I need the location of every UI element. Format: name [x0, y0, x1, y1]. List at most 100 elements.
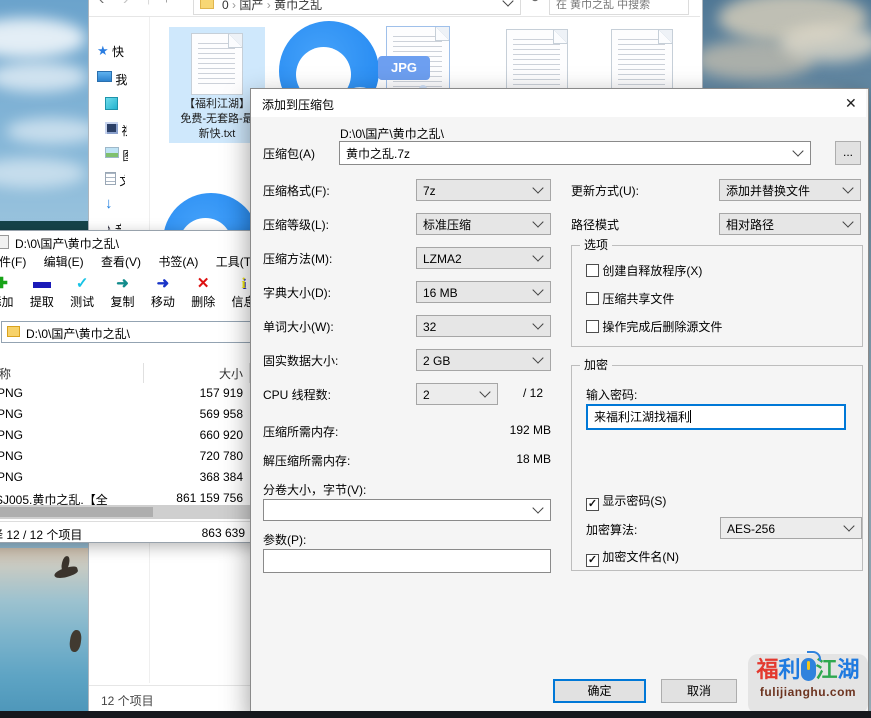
sfx-checkbox[interactable]	[586, 264, 599, 277]
volume-size-combobox[interactable]	[263, 499, 551, 521]
refresh-icon[interactable]: ↻	[529, 0, 541, 6]
chevron-down-icon	[479, 386, 490, 397]
address-bar[interactable]: 0 › 国产 › 黄巾之乱	[193, 0, 521, 15]
update-mode-select[interactable]: 添加并替换文件	[719, 179, 861, 201]
column-size[interactable]: 大小	[143, 365, 243, 382]
sidebar-item-downloads[interactable]: ↓	[105, 195, 122, 212]
sidebar-item-3d-objects[interactable]	[105, 97, 127, 113]
browse-button[interactable]: ...	[835, 141, 861, 165]
shared-files-checkbox-row[interactable]: 压缩共享文件	[586, 290, 674, 307]
search-box[interactable]: 在 黄巾之乱 中搜索	[549, 0, 689, 15]
downloads-arrow-icon: ↓	[105, 195, 113, 212]
dialog-title-bar[interactable]: 添加到压缩包 ✕	[251, 89, 866, 117]
wallpaper-beach-photo	[0, 548, 88, 712]
back-arrow-icon[interactable]: ‹	[99, 0, 104, 9]
watermark-logo-text: 福利 江湖	[748, 657, 868, 683]
toolbar-copy-button[interactable]: ➜ 复制	[104, 275, 141, 310]
app-icon	[0, 235, 9, 249]
method-value: LZMA2	[423, 252, 462, 266]
memory-compress-value: 192 MB	[451, 423, 551, 437]
documents-icon	[105, 172, 116, 185]
delete-icon: ✕	[185, 275, 222, 293]
password-label: 输入密码:	[586, 386, 637, 403]
solid-block-select[interactable]: 2 GB	[416, 349, 551, 371]
folder-icon	[7, 326, 20, 337]
fm-title-bar[interactable]: D:\0\国产\黄巾之乱\	[0, 231, 281, 253]
delete-after-checkbox-row[interactable]: 操作完成后删除源文件	[586, 318, 722, 335]
fm-size-status: 863 639	[161, 526, 245, 540]
sidebar-item-computer[interactable]: 我	[97, 71, 129, 88]
dictionary-select[interactable]: 16 MB	[416, 281, 551, 303]
sidebar-item-pictures[interactable]: 图	[105, 147, 128, 164]
password-input[interactable]: 来福利江湖找福利	[586, 404, 846, 430]
chevron-down-icon[interactable]	[502, 0, 513, 7]
encryption-method-select[interactable]: AES-256	[720, 517, 862, 539]
table-row[interactable]: 1.PNG 157 919 2	[0, 383, 281, 404]
parameters-input[interactable]	[263, 549, 551, 573]
table-row[interactable]: 5.PNG 368 384 2	[0, 467, 281, 488]
table-row[interactable]: 4.PNG 720 780 2	[0, 446, 281, 467]
sidebar-item-videos[interactable]: 视	[105, 122, 127, 139]
sidebar-item-quick-access[interactable]: ★ 快	[97, 43, 126, 60]
scrollbar-thumb[interactable]	[0, 507, 153, 517]
show-password-label: 显示密码(S)	[602, 494, 666, 508]
search-input[interactable]: 在 黄巾之乱 中搜索	[556, 0, 650, 12]
show-password-checkbox[interactable]	[586, 498, 599, 511]
cancel-button[interactable]: 取消	[661, 679, 737, 703]
level-label: 压缩等级(L):	[263, 216, 329, 233]
computer-monitor-icon	[97, 71, 112, 82]
folder-icon	[200, 0, 214, 9]
fm-file-list: 1.PNG 157 919 2 2.PNG 569 958 2 3.PNG 66…	[0, 383, 281, 513]
delete-after-checkbox[interactable]	[586, 320, 599, 333]
column-name[interactable]: 名称	[0, 365, 11, 382]
horizontal-scrollbar[interactable]	[0, 505, 281, 519]
cpu-threads-select[interactable]: 2	[416, 383, 498, 405]
txt-file-icon[interactable]	[191, 33, 243, 95]
word-size-select[interactable]: 32	[416, 315, 551, 337]
add-icon: ✚	[0, 275, 20, 293]
dialog-title: 添加到压缩包	[262, 96, 334, 113]
options-group-title: 选项	[580, 238, 612, 252]
menu-file[interactable]: 文件(F)	[0, 255, 26, 269]
dictionary-label: 字典大小(D):	[263, 284, 331, 301]
toolbar-extract-button[interactable]: 提取	[23, 275, 60, 310]
up-arrow-icon[interactable]: ↑	[163, 0, 170, 5]
level-select[interactable]: 标准压缩	[416, 213, 551, 235]
pictures-icon	[105, 147, 119, 158]
format-select[interactable]: 7z	[416, 179, 551, 201]
fm-list-header: 名称 大小 修改时间	[0, 363, 281, 383]
memory-decompress-label: 解压缩所需内存:	[263, 452, 350, 469]
archive-name-combobox[interactable]: 黄巾之乱.7z	[339, 141, 811, 165]
method-select[interactable]: LZMA2	[416, 247, 551, 269]
chevron-down-icon	[532, 216, 543, 227]
move-icon: ➜	[144, 275, 181, 293]
archive-path: D:\0\国产\黄巾之乱\	[340, 125, 444, 142]
breadcrumb[interactable]: 0 › 国产 › 黄巾之乱	[222, 0, 322, 13]
toolbar-add-button[interactable]: ✚ 添加	[0, 275, 20, 310]
nav-separator: |	[147, 0, 150, 5]
menu-bookmarks[interactable]: 书签(A)	[158, 255, 198, 269]
path-mode-select[interactable]: 相对路径	[719, 213, 861, 235]
close-icon[interactable]: ✕	[845, 95, 857, 112]
toolbar-delete-button[interactable]: ✕ 删除	[185, 275, 222, 310]
file-manager-window: D:\0\国产\黄巾之乱\ 文件(F) 编辑(E) 查看(V) 书签(A) 工具…	[0, 230, 284, 543]
fm-address-bar[interactable]: D:\0\国产\黄巾之乱\	[1, 321, 279, 343]
encrypt-names-checkbox[interactable]	[586, 554, 599, 567]
shared-files-checkbox[interactable]	[586, 292, 599, 305]
sidebar-item-documents[interactable]: 文	[105, 172, 125, 189]
table-row[interactable]: 3.PNG 660 920 2	[0, 425, 281, 446]
extract-icon	[33, 282, 51, 288]
toolbar-move-button[interactable]: ➜ 移动	[144, 275, 181, 310]
forward-arrow-icon[interactable]: ›	[123, 0, 128, 9]
menu-view[interactable]: 查看(V)	[101, 255, 141, 269]
table-row[interactable]: 2.PNG 569 958 2	[0, 404, 281, 425]
watermark: 福利 江湖 fulijianghu.com	[748, 654, 868, 714]
encrypt-names-checkbox-row[interactable]: 加密文件名(N)	[586, 548, 679, 567]
chevron-down-icon	[532, 284, 543, 295]
sfx-checkbox-row[interactable]: 创建自释放程序(X)	[586, 262, 702, 279]
menu-edit[interactable]: 编辑(E)	[44, 255, 84, 269]
toolbar-test-button[interactable]: ✓ 测试	[64, 275, 101, 310]
format-label: 压缩格式(F):	[263, 182, 330, 199]
ok-button[interactable]: 确定	[553, 679, 646, 703]
show-password-checkbox-row[interactable]: 显示密码(S)	[586, 492, 666, 511]
